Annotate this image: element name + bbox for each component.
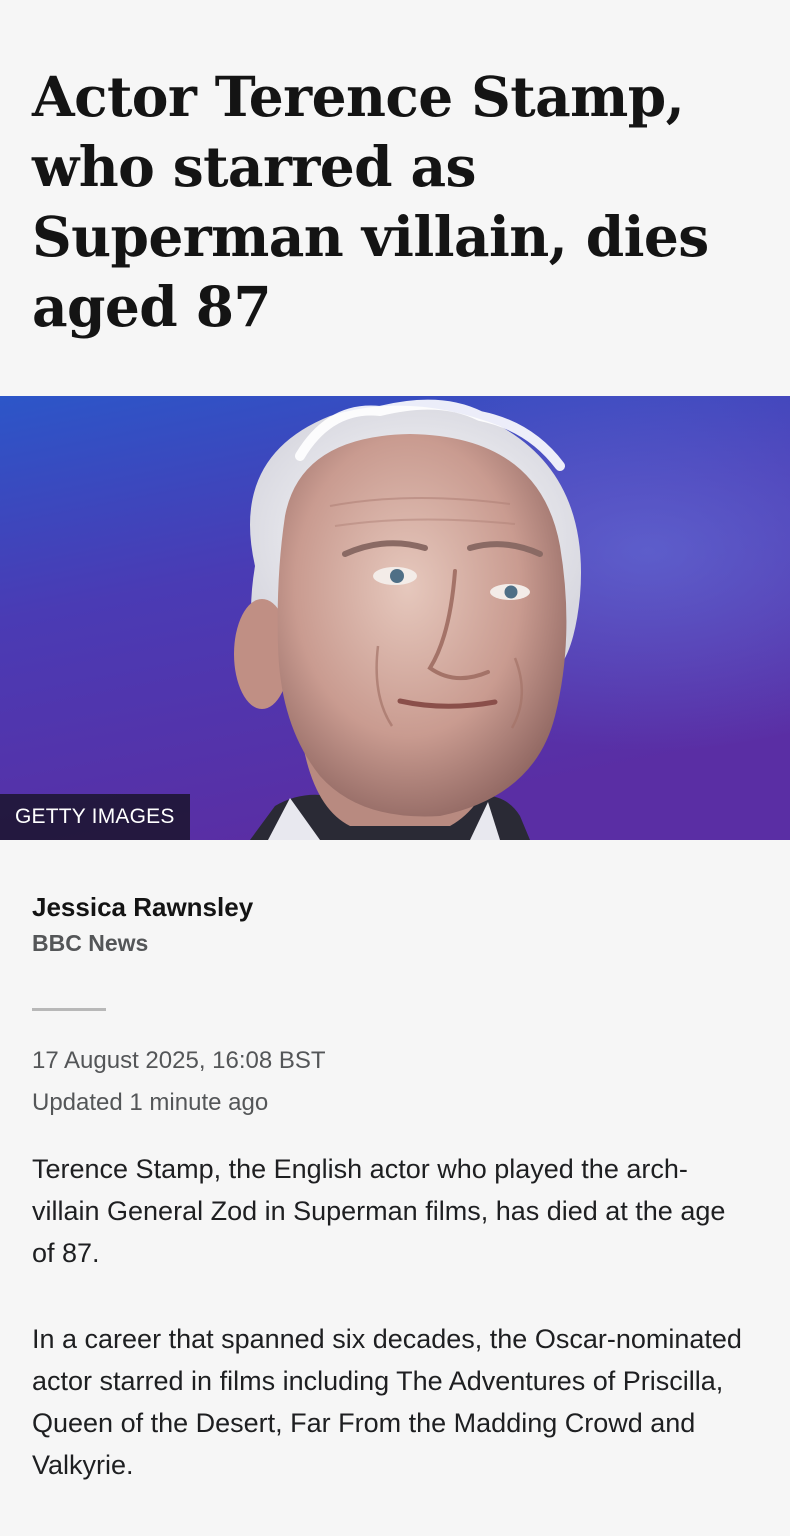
article-dates: 17 August 2025, 16:08 BST Updated 1 minu…	[32, 1040, 732, 1124]
published-timestamp: 17 August 2025, 16:08 BST	[32, 1047, 326, 1074]
byline: Jessica Rawnsley BBC News	[32, 888, 732, 960]
author-outlet: BBC News	[32, 930, 149, 956]
divider	[32, 1008, 106, 1011]
article-page: Actor Terence Stamp, who starred as Supe…	[0, 0, 790, 1536]
article-headline: Actor Terence Stamp, who starred as Supe…	[32, 64, 709, 339]
hero-image[interactable]: GETTY IMAGES	[0, 396, 790, 840]
article-paragraph: In a career that spanned six decades, th…	[32, 1324, 742, 1480]
article-paragraph: Terence Stamp, the English actor who pla…	[32, 1154, 726, 1268]
image-credit: GETTY IMAGES	[0, 794, 190, 840]
portrait-photo	[0, 396, 790, 840]
updated-timestamp: Updated 1 minute ago	[32, 1089, 269, 1116]
author-name[interactable]: Jessica Rawnsley	[32, 888, 732, 926]
